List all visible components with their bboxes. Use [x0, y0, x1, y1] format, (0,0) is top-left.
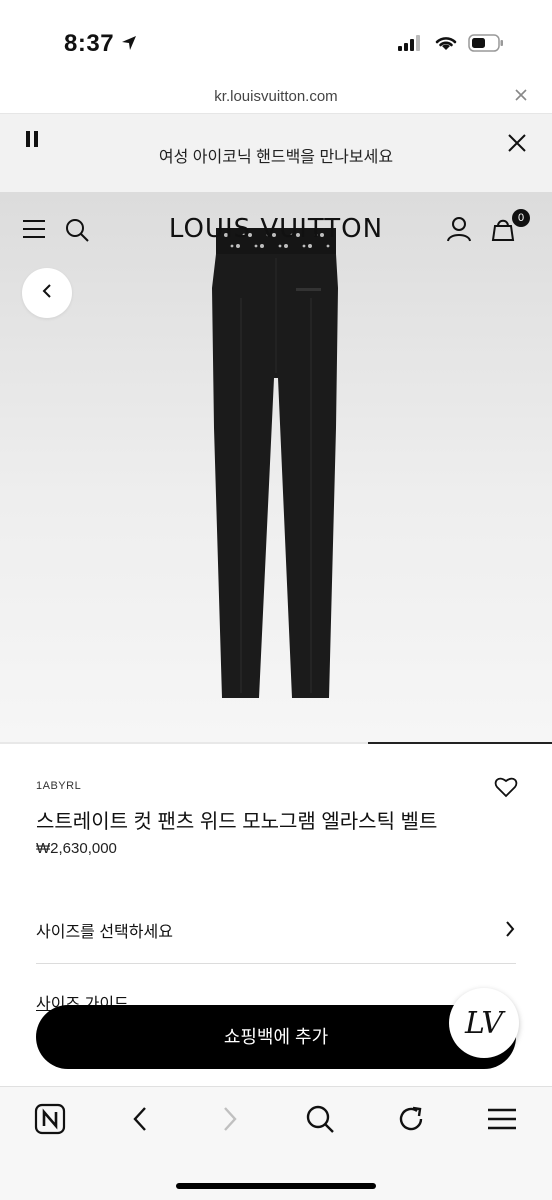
- url-text[interactable]: kr.louisvuitton.com: [0, 88, 552, 105]
- promo-text[interactable]: 여성 아이코닉 핸드백을 만나보세요: [0, 143, 552, 167]
- search-button[interactable]: [302, 1103, 338, 1139]
- chevron-right-icon: [504, 920, 516, 943]
- site-header: LOUIS VUITTON 0: [0, 192, 552, 268]
- search-icon: [305, 1104, 335, 1139]
- status-time: 8:37: [64, 30, 115, 57]
- carousel-progress-thumb: [368, 742, 552, 744]
- size-selector-label[interactable]: 사이즈를 선택하세요: [36, 918, 173, 942]
- battery-icon: [468, 34, 504, 57]
- account-icon[interactable]: [446, 216, 472, 247]
- close-icon[interactable]: [506, 132, 528, 154]
- size-selector[interactable]: 사이즈를 선택하세요: [36, 908, 516, 964]
- location-arrow-icon: [120, 34, 138, 57]
- browser-toolbar: [0, 1086, 552, 1200]
- status-bar: 8:37: [0, 0, 552, 80]
- reload-icon: [396, 1104, 426, 1139]
- lv-assistant-button[interactable]: LV: [449, 988, 519, 1058]
- reload-button[interactable]: [393, 1103, 429, 1139]
- naver-home-button[interactable]: [32, 1103, 68, 1139]
- close-icon[interactable]: [512, 86, 530, 104]
- menu-button[interactable]: [484, 1103, 520, 1139]
- forward-button[interactable]: [212, 1103, 248, 1139]
- product-name: 스트레이트 컷 팬츠 위드 모노그램 엘라스틱 벨트: [36, 811, 438, 833]
- heart-icon[interactable]: [494, 776, 518, 803]
- menu-lines-icon: [486, 1107, 518, 1136]
- image-back-button[interactable]: [22, 268, 72, 318]
- signal-icon: [398, 35, 424, 56]
- back-icon: [130, 1105, 150, 1138]
- chevron-left-icon: [40, 283, 54, 304]
- back-button[interactable]: [122, 1103, 158, 1139]
- url-bar[interactable]: kr.louisvuitton.com: [0, 80, 552, 114]
- carousel-progress: [0, 742, 552, 744]
- status-indicators: [398, 34, 504, 57]
- promo-banner: 여성 아이코닉 핸드백을 만나보세요: [0, 114, 552, 192]
- home-indicator[interactable]: [176, 1183, 376, 1189]
- naver-icon: [34, 1103, 66, 1140]
- bag-count-badge: 0: [512, 209, 530, 227]
- lv-monogram-icon: LV: [464, 1005, 504, 1041]
- product-sku: 1ABYRL: [36, 780, 82, 792]
- wifi-icon: [434, 34, 458, 57]
- product-price: ₩2,630,000: [36, 840, 117, 857]
- add-to-cart-button[interactable]: 쇼핑백에 추가: [36, 1005, 516, 1069]
- product-image[interactable]: [186, 228, 366, 698]
- forward-icon: [220, 1105, 240, 1138]
- product-hero: LOUIS VUITTON 0: [0, 192, 552, 744]
